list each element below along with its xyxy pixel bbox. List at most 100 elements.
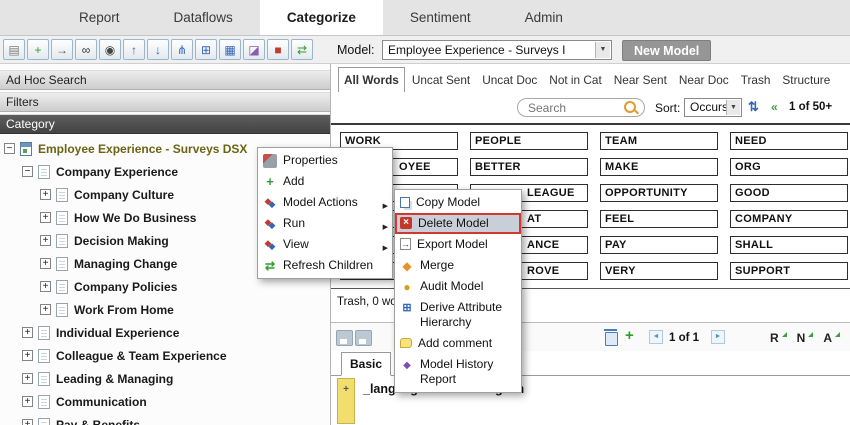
tab-report[interactable]: Report [52,0,147,35]
tree-item-label: Individual Experience [56,326,179,340]
word-chip[interactable]: OPPORTUNITY [600,184,718,202]
expand-icon[interactable]: + [40,281,51,292]
menu-item-export-model[interactable]: Export Model [395,234,521,255]
sort-direction-icon[interactable]: ⇅ [748,99,759,115]
tab-uncat-doc[interactable]: Uncat Doc [477,68,542,92]
add-icon[interactable]: + [27,39,49,60]
save-all-icon[interactable] [355,330,372,346]
search-icon[interactable]: ∞ [75,39,97,60]
section-category[interactable]: Category [0,114,330,134]
tab-sentiment[interactable]: Sentiment [383,0,498,35]
tab-categorize[interactable]: Categorize [260,0,383,35]
expand-icon[interactable]: + [22,327,33,338]
menu-item-add[interactable]: Add [258,171,392,192]
menu-item-refresh-children[interactable]: Refresh Children [258,255,392,276]
menu-item-audit-model[interactable]: Audit Model [395,276,521,297]
delete-model-icon [400,217,412,229]
collapse-icon[interactable]: − [4,143,15,154]
tree-item-individual-experience[interactable]: + Individual Experience [0,321,330,344]
r-sort-button[interactable]: R [770,331,787,345]
tree-item-pay-benefits[interactable]: +Pay & Benefits [0,413,330,425]
refresh-icon[interactable]: ⇄ [291,39,313,60]
tab-structure[interactable]: Structure [777,68,835,92]
menu-item-derive-attribute-hierarchy[interactable]: Derive Attribute Hierarchy [395,297,521,333]
trash-icon[interactable] [605,332,618,346]
add-icon[interactable]: + [625,327,634,344]
tab-uncat-sent[interactable]: Uncat Sent [407,68,475,92]
grid-icon[interactable]: ⊞ [195,39,217,60]
tab-near-sent[interactable]: Near Sent [609,68,672,92]
tab-admin[interactable]: Admin [498,0,590,35]
word-chip[interactable]: ORG [730,158,848,176]
word-chip[interactable]: PEOPLE [470,132,588,150]
word-chip[interactable]: SUPPORT [730,262,848,280]
expand-icon[interactable]: + [22,419,33,425]
word-chip[interactable]: COMPANY [730,210,848,228]
model-select[interactable]: Employee Experience - Surveys I ▼ [382,40,612,60]
add-icon: + [343,384,349,395]
sort-select[interactable]: Occurs ▼ [684,98,742,117]
move-up-icon[interactable]: ↑ [123,39,145,60]
previous-record-icon[interactable]: ◄ [649,330,663,344]
tab-all-words[interactable]: All Words [338,67,405,92]
a-sort-button[interactable]: A [823,331,840,345]
new-model-button[interactable]: New Model [622,40,711,61]
eye-icon[interactable]: ◉ [99,39,121,60]
previous-page-icon[interactable]: « [771,100,778,114]
row-header-cell[interactable]: + [337,378,355,424]
menu-item-merge[interactable]: Merge [395,255,521,276]
word-chip[interactable]: BETTER [470,158,588,176]
tab-dataflows[interactable]: Dataflows [147,0,260,35]
word-chip[interactable]: GOOD [730,184,848,202]
hierarchy-icon[interactable]: ⋔ [171,39,193,60]
menu-item-delete-model[interactable]: Delete Model [395,213,521,234]
menu-item-properties[interactable]: Properties [258,150,392,171]
expand-icon[interactable]: + [40,212,51,223]
document-icon[interactable]: ▤ [3,39,25,60]
word-chip[interactable]: TEAM [600,132,718,150]
tree-item-colleague-team-experience[interactable]: +Colleague & Team Experience [0,344,330,367]
table-icon[interactable]: ▦ [219,39,241,60]
menu-item-label: View [283,237,386,252]
tab-basic[interactable]: Basic [341,352,391,376]
tab-trash[interactable]: Trash [736,68,776,92]
export-icon[interactable]: → [51,39,73,60]
save-icon[interactable] [336,330,353,346]
tab-not-in-cat[interactable]: Not in Cat [544,68,606,92]
menu-item-view[interactable]: View▶ [258,234,392,255]
expand-icon[interactable]: + [40,304,51,315]
tree-item-work-from-home[interactable]: +Work From Home [0,298,330,321]
cube-icon[interactable]: ◪ [243,39,265,60]
menu-item-model-history-report[interactable]: Model History Report [395,354,521,390]
word-chip[interactable]: VERY [600,262,718,280]
menu-item-copy-model[interactable]: Copy Model [395,192,521,213]
expand-icon[interactable]: + [40,258,51,269]
expand-icon[interactable]: + [22,373,33,384]
menu-item-add-comment[interactable]: Add comment [395,333,521,354]
word-chip[interactable]: FEEL [600,210,718,228]
menu-item-run[interactable]: Run▶ [258,213,392,234]
tree-item-communication[interactable]: +Communication [0,390,330,413]
n-sort-button[interactable]: N [797,331,814,345]
word-chip[interactable]: NEED [730,132,848,150]
expand-icon[interactable]: + [22,396,33,407]
expand-icon[interactable]: + [22,350,33,361]
section-ad-hoc-search[interactable]: Ad Hoc Search [0,70,330,90]
menu-item-label: Add comment [418,336,515,351]
expand-icon[interactable]: + [40,235,51,246]
expand-icon[interactable]: + [40,189,51,200]
tree-item-label: Company Experience [56,165,178,179]
section-filters[interactable]: Filters [0,92,330,112]
menu-item-label: Model History Report [420,357,515,387]
tab-near-doc[interactable]: Near Doc [674,68,734,92]
tree-item-leading-managing[interactable]: +Leading & Managing [0,367,330,390]
word-chip[interactable]: MAKE [600,158,718,176]
collapse-icon[interactable]: − [22,166,33,177]
next-record-icon[interactable]: ► [711,330,725,344]
pdf-icon[interactable]: ■ [267,39,289,60]
move-down-icon[interactable]: ↓ [147,39,169,60]
word-chip[interactable]: PAY [600,236,718,254]
word-chip[interactable]: SHALL [730,236,848,254]
menu-item-model-actions[interactable]: Model Actions▶ [258,192,392,213]
menu-item-label: Audit Model [420,279,515,294]
